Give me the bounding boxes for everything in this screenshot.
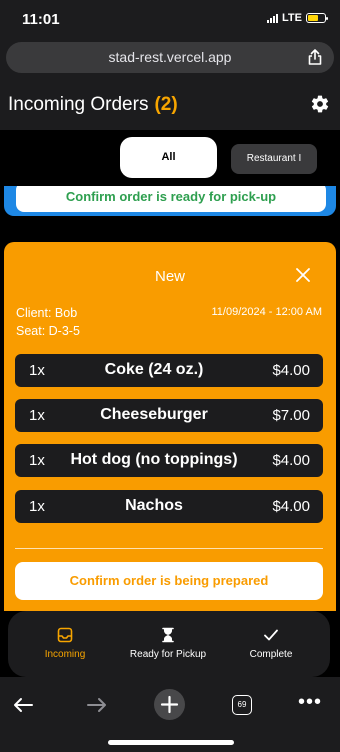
browser-address-area: stad-rest.vercel.app [0,38,340,80]
status-indicators: LTE [267,12,328,24]
address-bar[interactable]: stad-rest.vercel.app [6,42,334,73]
status-time: 11:01 [22,11,60,28]
bottom-tab-bar: Incoming Ready for Pickup Complete [8,611,330,677]
confirm-preparing-button[interactable]: Confirm order is being prepared [15,562,323,600]
tab-label: Complete [249,649,293,660]
browser-toolbar: 69 ••• [0,677,340,752]
inbox-icon [57,627,73,643]
item-quantity: 1x [29,452,45,469]
battery-icon [306,13,328,23]
order-item: 1x Nachos $4.00 [15,490,323,523]
network-label: LTE [282,12,302,24]
back-arrow-icon[interactable] [12,697,34,713]
url-text: stad-rest.vercel.app [108,49,232,65]
page-title-text: Incoming Orders [8,94,149,115]
tab-label: Ready for Pickup [129,649,207,660]
tab-switcher-button[interactable]: 69 [232,695,252,715]
item-quantity: 1x [29,498,45,515]
page-title: Incoming Orders (2) [8,94,178,116]
more-icon[interactable]: ••• [298,691,322,714]
gear-icon[interactable] [310,94,330,114]
order-status: New [154,268,185,285]
filter-all-button[interactable]: All [120,137,217,178]
hourglass-icon [162,627,174,643]
item-name: Coke (24 oz.) [104,361,204,378]
order-timestamp: 11/09/2024 - 12:00 AM [211,306,323,318]
new-tab-button[interactable] [154,689,185,720]
plus-icon [160,695,179,714]
order-card: New Client: Bob Seat: D-3-5 11/09/2024 -… [4,242,336,611]
item-price: $7.00 [272,407,310,424]
tab-label: Incoming [44,649,86,660]
client-name: Client: Bob [16,306,78,320]
signal-icon [267,13,279,23]
item-price: $4.00 [272,362,310,379]
close-icon[interactable] [296,268,310,282]
home-indicator [108,740,234,745]
item-name: Hot dog (no toppings) [70,451,238,468]
item-price: $4.00 [272,498,310,515]
orders-list[interactable]: Confirm order is ready for pick-up New C… [0,186,340,611]
forward-arrow-icon[interactable] [86,697,108,713]
order-item: 1x Coke (24 oz.) $4.00 [15,354,323,387]
order-count-badge: (2) [154,94,178,115]
share-icon[interactable] [306,48,324,66]
status-bar: 11:01 LTE [0,0,340,38]
item-name: Cheeseburger [100,406,208,423]
item-quantity: 1x [29,362,45,379]
checkmark-icon [264,629,278,641]
order-item: 1x Cheeseburger $7.00 [15,399,323,432]
seat-number: Seat: D-3-5 [16,324,80,338]
item-name: Nachos [125,497,183,514]
tab-complete[interactable]: Complete [238,627,304,660]
tab-ready-for-pickup[interactable]: Ready for Pickup [120,627,216,660]
app-header: Incoming Orders (2) [0,80,340,130]
item-quantity: 1x [29,407,45,424]
filter-row: All Restaurant I [0,130,340,186]
order-item: 1x Hot dog (no toppings) $4.00 [15,444,323,477]
tab-incoming[interactable]: Incoming [32,627,98,660]
confirm-ready-button[interactable]: Confirm order is ready for pick-up [16,186,326,212]
item-price: $4.00 [272,452,310,469]
filter-restaurant-button[interactable]: Restaurant I [231,144,317,174]
divider [15,548,323,549]
